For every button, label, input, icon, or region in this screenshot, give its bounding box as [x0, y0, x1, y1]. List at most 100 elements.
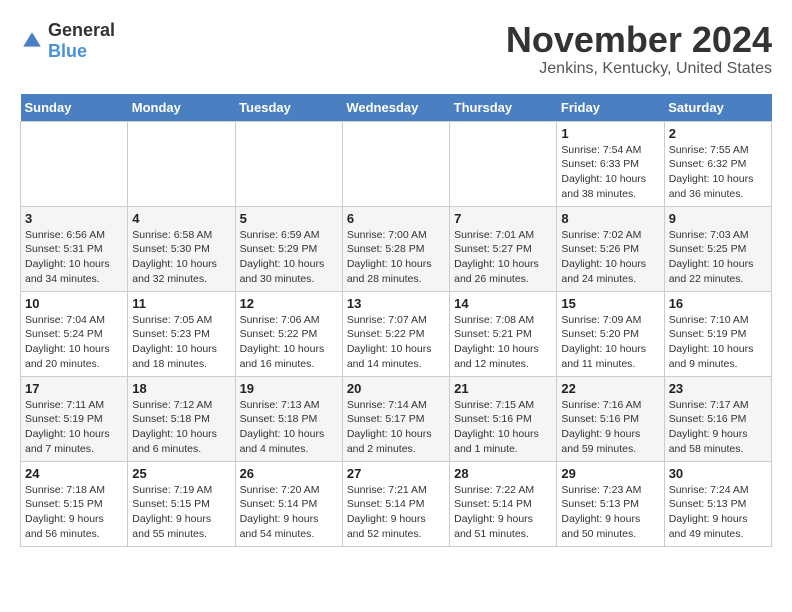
calendar-cell: 4Sunrise: 6:58 AM Sunset: 5:30 PM Daylig… [128, 206, 235, 291]
calendar-cell: 3 Sunrise: 6:56 AM Sunset: 5:31 PM Daylig… [21, 206, 128, 291]
calendar-cell [235, 121, 342, 206]
day-info: Sunrise: 7:54 AM Sunset: 6:33 PM Dayligh… [561, 143, 659, 202]
day-number: 5 [240, 211, 338, 226]
week-row-5: 24 Sunrise: 7:18 AM Sunset: 5:15 PM Dayli… [21, 461, 772, 546]
day-info: Sunrise: 7:23 AM Sunset: 5:13 PM Dayligh… [561, 483, 659, 542]
day-number: 10 [25, 296, 123, 311]
week-row-1: 1Sunrise: 7:54 AM Sunset: 6:33 PM Daylig… [21, 121, 772, 206]
day-number: 23 [669, 381, 767, 396]
day-number: 7 [454, 211, 552, 226]
header-day-sunday: Sunday [21, 94, 128, 122]
day-number: 20 [347, 381, 445, 396]
calendar-cell: 22 Sunrise: 7:16 AM Sunset: 5:16 PM Dayli… [557, 376, 664, 461]
day-info: Sunrise: 7:17 AM Sunset: 5:16 PM Dayligh… [669, 398, 767, 457]
header-day-saturday: Saturday [664, 94, 771, 122]
day-info: Sunrise: 7:15 AM Sunset: 5:16 PM Dayligh… [454, 398, 552, 457]
calendar-cell: 10 Sunrise: 7:04 AM Sunset: 5:24 PM Dayli… [21, 291, 128, 376]
calendar-cell: 23 Sunrise: 7:17 AM Sunset: 5:16 PM Dayli… [664, 376, 771, 461]
day-number: 30 [669, 466, 767, 481]
calendar-cell: 8 Sunrise: 7:02 AM Sunset: 5:26 PM Daylig… [557, 206, 664, 291]
calendar-cell [342, 121, 449, 206]
day-number: 16 [669, 296, 767, 311]
calendar-cell: 24 Sunrise: 7:18 AM Sunset: 5:15 PM Dayli… [21, 461, 128, 546]
calendar-cell: 2 Sunrise: 7:55 AM Sunset: 6:32 PM Daylig… [664, 121, 771, 206]
header-day-wednesday: Wednesday [342, 94, 449, 122]
calendar-cell: 20 Sunrise: 7:14 AM Sunset: 5:17 PM Dayli… [342, 376, 449, 461]
day-number: 27 [347, 466, 445, 481]
day-info: Sunrise: 7:11 AM Sunset: 5:19 PM Dayligh… [25, 398, 123, 457]
calendar-cell: 28 Sunrise: 7:22 AM Sunset: 5:14 PM Dayli… [450, 461, 557, 546]
day-info: Sunrise: 7:05 AM Sunset: 5:23 PM Dayligh… [132, 313, 230, 372]
calendar-cell: 5 Sunrise: 6:59 AM Sunset: 5:29 PM Daylig… [235, 206, 342, 291]
day-info: Sunrise: 7:10 AM Sunset: 5:19 PM Dayligh… [669, 313, 767, 372]
day-info: Sunrise: 7:13 AM Sunset: 5:18 PM Dayligh… [240, 398, 338, 457]
calendar-cell: 15Sunrise: 7:09 AM Sunset: 5:20 PM Dayli… [557, 291, 664, 376]
calendar-cell: 17 Sunrise: 7:11 AM Sunset: 5:19 PM Dayli… [21, 376, 128, 461]
header-day-thursday: Thursday [450, 94, 557, 122]
day-info: Sunrise: 7:01 AM Sunset: 5:27 PM Dayligh… [454, 228, 552, 287]
calendar-cell: 21 Sunrise: 7:15 AM Sunset: 5:16 PM Dayli… [450, 376, 557, 461]
calendar-cell: 7 Sunrise: 7:01 AM Sunset: 5:27 PM Daylig… [450, 206, 557, 291]
day-info: Sunrise: 7:22 AM Sunset: 5:14 PM Dayligh… [454, 483, 552, 542]
day-info: Sunrise: 7:19 AM Sunset: 5:15 PM Dayligh… [132, 483, 230, 542]
header: General Blue November 2024 Jenkins, Kent… [20, 20, 772, 78]
day-info: Sunrise: 7:24 AM Sunset: 5:13 PM Dayligh… [669, 483, 767, 542]
logo-blue: Blue [48, 41, 87, 61]
day-info: Sunrise: 7:07 AM Sunset: 5:22 PM Dayligh… [347, 313, 445, 372]
day-number: 2 [669, 126, 767, 141]
calendar-cell [128, 121, 235, 206]
calendar-cell: 9 Sunrise: 7:03 AM Sunset: 5:25 PM Daylig… [664, 206, 771, 291]
calendar-cell: 19Sunrise: 7:13 AM Sunset: 5:18 PM Dayli… [235, 376, 342, 461]
day-info: Sunrise: 7:16 AM Sunset: 5:16 PM Dayligh… [561, 398, 659, 457]
day-number: 24 [25, 466, 123, 481]
day-number: 12 [240, 296, 338, 311]
calendar-cell: 18 Sunrise: 7:12 AM Sunset: 5:18 PM Dayli… [128, 376, 235, 461]
day-info: Sunrise: 6:56 AM Sunset: 5:31 PM Dayligh… [25, 228, 123, 287]
day-info: Sunrise: 7:20 AM Sunset: 5:14 PM Dayligh… [240, 483, 338, 542]
day-number: 17 [25, 381, 123, 396]
day-info: Sunrise: 7:08 AM Sunset: 5:21 PM Dayligh… [454, 313, 552, 372]
calendar-header: SundayMondayTuesdayWednesdayThursdayFrid… [21, 94, 772, 122]
calendar-cell: 12 Sunrise: 7:06 AM Sunset: 5:22 PM Dayli… [235, 291, 342, 376]
day-number: 28 [454, 466, 552, 481]
calendar-cell: 30 Sunrise: 7:24 AM Sunset: 5:13 PM Dayli… [664, 461, 771, 546]
day-number: 13 [347, 296, 445, 311]
calendar-cell: 1Sunrise: 7:54 AM Sunset: 6:33 PM Daylig… [557, 121, 664, 206]
header-row: SundayMondayTuesdayWednesdayThursdayFrid… [21, 94, 772, 122]
day-number: 3 [25, 211, 123, 226]
day-number: 15 [561, 296, 659, 311]
day-number: 9 [669, 211, 767, 226]
calendar-cell [21, 121, 128, 206]
day-info: Sunrise: 7:00 AM Sunset: 5:28 PM Dayligh… [347, 228, 445, 287]
calendar-cell: 29Sunrise: 7:23 AM Sunset: 5:13 PM Dayli… [557, 461, 664, 546]
calendar-table: SundayMondayTuesdayWednesdayThursdayFrid… [20, 94, 772, 547]
day-info: Sunrise: 7:03 AM Sunset: 5:25 PM Dayligh… [669, 228, 767, 287]
week-row-3: 10 Sunrise: 7:04 AM Sunset: 5:24 PM Dayli… [21, 291, 772, 376]
calendar-cell: 26Sunrise: 7:20 AM Sunset: 5:14 PM Dayli… [235, 461, 342, 546]
calendar-cell: 11 Sunrise: 7:05 AM Sunset: 5:23 PM Dayli… [128, 291, 235, 376]
day-number: 21 [454, 381, 552, 396]
day-info: Sunrise: 7:18 AM Sunset: 5:15 PM Dayligh… [25, 483, 123, 542]
calendar-cell: 16 Sunrise: 7:10 AM Sunset: 5:19 PM Dayli… [664, 291, 771, 376]
day-info: Sunrise: 7:06 AM Sunset: 5:22 PM Dayligh… [240, 313, 338, 372]
day-info: Sunrise: 6:58 AM Sunset: 5:30 PM Dayligh… [132, 228, 230, 287]
calendar-cell: 13 Sunrise: 7:07 AM Sunset: 5:22 PM Dayli… [342, 291, 449, 376]
day-number: 22 [561, 381, 659, 396]
day-number: 11 [132, 296, 230, 311]
header-day-friday: Friday [557, 94, 664, 122]
day-info: Sunrise: 7:04 AM Sunset: 5:24 PM Dayligh… [25, 313, 123, 372]
calendar-cell: 25Sunrise: 7:19 AM Sunset: 5:15 PM Dayli… [128, 461, 235, 546]
day-number: 14 [454, 296, 552, 311]
day-info: Sunrise: 6:59 AM Sunset: 5:29 PM Dayligh… [240, 228, 338, 287]
day-info: Sunrise: 7:12 AM Sunset: 5:18 PM Dayligh… [132, 398, 230, 457]
day-info: Sunrise: 7:21 AM Sunset: 5:14 PM Dayligh… [347, 483, 445, 542]
day-number: 8 [561, 211, 659, 226]
day-number: 18 [132, 381, 230, 396]
day-info: Sunrise: 7:14 AM Sunset: 5:17 PM Dayligh… [347, 398, 445, 457]
title-section: November 2024 Jenkins, Kentucky, United … [506, 20, 772, 78]
calendar-subtitle: Jenkins, Kentucky, United States [506, 60, 772, 78]
day-info: Sunrise: 7:55 AM Sunset: 6:32 PM Dayligh… [669, 143, 767, 202]
day-number: 6 [347, 211, 445, 226]
day-info: Sunrise: 7:02 AM Sunset: 5:26 PM Dayligh… [561, 228, 659, 287]
calendar-cell: 27 Sunrise: 7:21 AM Sunset: 5:14 PM Dayli… [342, 461, 449, 546]
